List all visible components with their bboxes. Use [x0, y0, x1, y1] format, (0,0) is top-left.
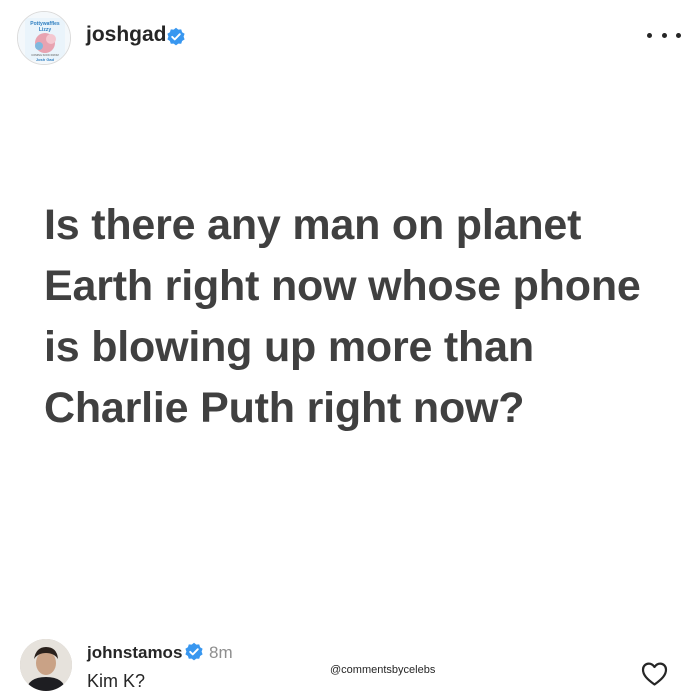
verified-badge-icon: [167, 27, 185, 46]
comment-text: Kim K?: [87, 671, 146, 691]
more-options-icon: [647, 32, 652, 38]
commenter-photo: [20, 639, 72, 691]
post-text: Is there any man on planet Earth right n…: [44, 201, 641, 432]
commenter-username[interactable]: johnstamos: [87, 643, 182, 663]
comment-timestamp: 8m: [209, 643, 233, 662]
commenter-avatar[interactable]: [20, 639, 72, 691]
verified-badge-icon: [185, 642, 203, 661]
heart-icon[interactable]: [641, 661, 668, 687]
post-header: Pottywaffles Lizzy COMING SOON FROM Josh…: [0, 0, 700, 76]
author-username[interactable]: joshgad: [86, 23, 167, 47]
author-avatar[interactable]: Pottywaffles Lizzy COMING SOON FROM Josh…: [17, 11, 71, 65]
more-options-button[interactable]: [647, 24, 681, 46]
book-author-credit: Josh Gad: [36, 57, 55, 62]
book-cover-image: Pottywaffles Lizzy COMING SOON FROM Josh…: [18, 12, 70, 64]
comment: johnstamos 8m Kim K? @commentsbycelebs: [0, 630, 700, 700]
book-title-line2: Lizzy: [39, 27, 51, 33]
watermark: @commentsbycelebs: [330, 664, 436, 676]
